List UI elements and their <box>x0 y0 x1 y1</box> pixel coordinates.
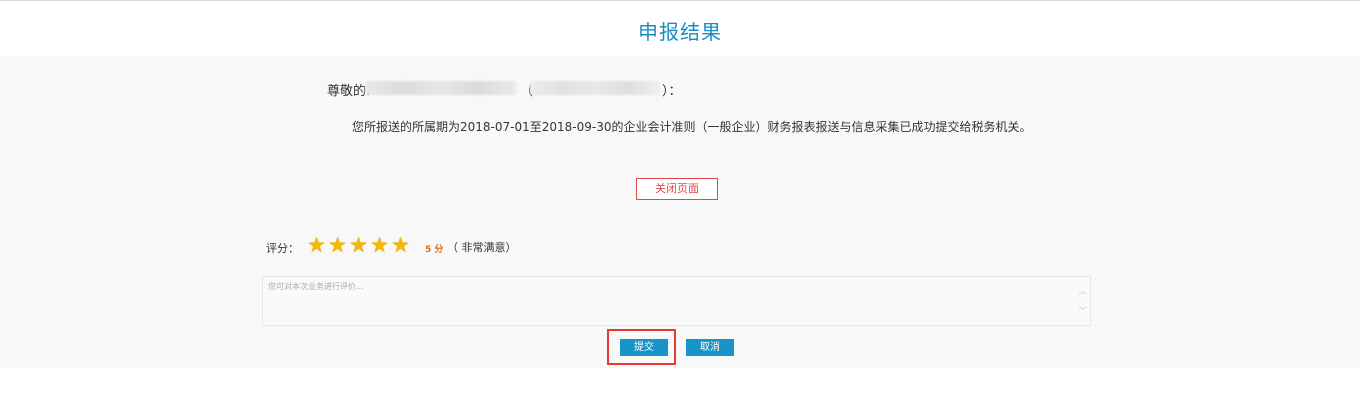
comment-textarea[interactable]: 您可对本次业务进行评价... ︿ ﹀ <box>262 276 1091 326</box>
submit-button[interactable]: 提交 <box>620 339 668 356</box>
cancel-button[interactable]: 取消 <box>686 339 734 356</box>
star-icon[interactable]: ★ <box>306 235 327 256</box>
star-icon[interactable]: ★ <box>369 235 390 256</box>
rating-description: （ 非常满意） <box>447 241 517 254</box>
close-page-button[interactable]: 关闭页面 <box>636 178 718 200</box>
result-message: 您所报送的所属期为2018-07-01至2018-09-30的企业会计准则（一般… <box>352 120 1032 134</box>
star-icon[interactable]: ★ <box>348 235 369 256</box>
redacted-name <box>365 81 517 95</box>
greeting-paren-close: ）： <box>662 84 682 99</box>
scroll-up-icon[interactable]: ︿ <box>1078 287 1088 297</box>
star-rating[interactable]: ★ ★ ★ ★ ★ <box>306 235 411 257</box>
star-icon[interactable]: ★ <box>390 235 411 256</box>
rating-label: 评分： <box>266 242 299 255</box>
redacted-taxpayer-id <box>530 81 660 95</box>
star-icon[interactable]: ★ <box>327 235 348 256</box>
greeting-prefix: 尊敬的: <box>327 84 371 99</box>
top-divider <box>0 0 1360 1</box>
page-title: 申报结果 <box>638 20 722 44</box>
comment-placeholder: 您可对本次业务进行评价... <box>268 282 364 291</box>
scroll-down-icon[interactable]: ﹀ <box>1078 307 1088 317</box>
rating-score: 5 分 <box>425 245 444 255</box>
